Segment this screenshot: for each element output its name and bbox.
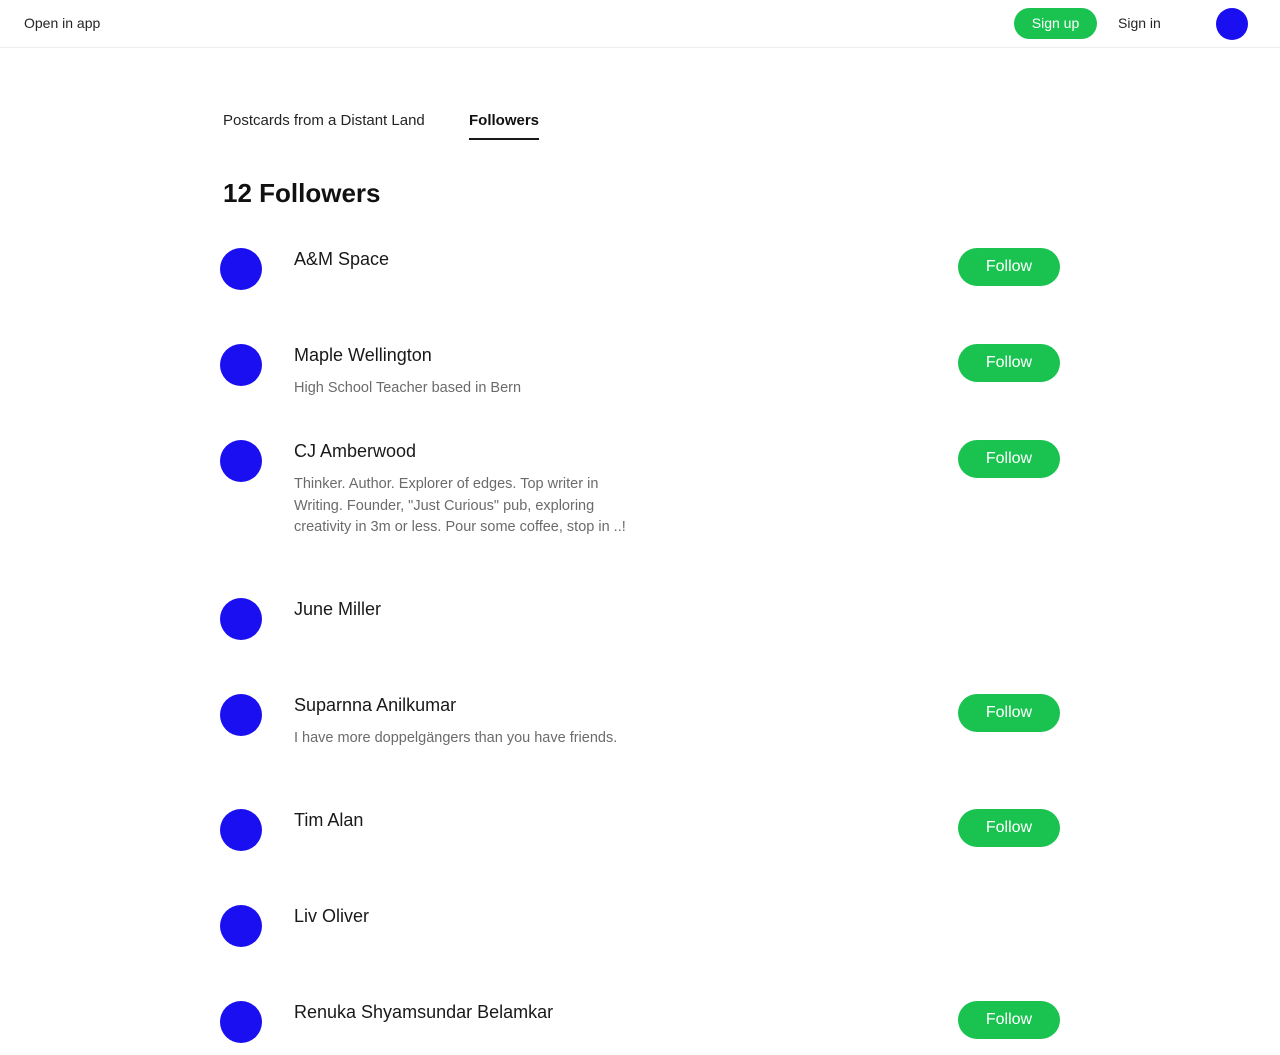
sign-in-link[interactable]: Sign in xyxy=(1118,15,1161,31)
tab-publication[interactable]: Postcards from a Distant Land xyxy=(223,112,425,129)
follow-button[interactable]: Follow xyxy=(958,809,1060,847)
follower-name[interactable]: Suparnna Anilkumar xyxy=(294,695,456,716)
follower-name[interactable]: June Miller xyxy=(294,599,381,620)
follow-button[interactable]: Follow xyxy=(958,344,1060,382)
follower-name[interactable]: Renuka Shyamsundar Belamkar xyxy=(294,1002,553,1023)
follower-avatar[interactable] xyxy=(220,905,262,947)
follow-button[interactable]: Follow xyxy=(958,694,1060,732)
sign-up-button[interactable]: Sign up xyxy=(1014,8,1097,39)
follower-bio: High School Teacher based in Bern xyxy=(294,380,522,396)
follower-avatar[interactable] xyxy=(220,440,262,482)
follower-avatar[interactable] xyxy=(220,1001,262,1043)
open-in-app-link[interactable]: Open in app xyxy=(24,15,100,31)
follower-name[interactable]: Tim Alan xyxy=(294,810,363,831)
follower-name[interactable]: A&M Space xyxy=(294,249,389,270)
follow-button[interactable]: Follow xyxy=(958,248,1060,286)
follow-button[interactable]: Follow xyxy=(958,440,1060,478)
active-tab-indicator xyxy=(469,138,539,140)
follower-avatar[interactable] xyxy=(220,248,262,290)
page-title: 12 Followers xyxy=(223,178,381,208)
follower-name[interactable]: Liv Oliver xyxy=(294,906,369,927)
follower-avatar[interactable] xyxy=(220,344,262,386)
follower-name[interactable]: Maple Wellington xyxy=(294,345,432,366)
top-bar: Open in app Sign up Sign in xyxy=(0,0,1280,48)
follower-bio: Thinker. Author. Explorer of edges. Top … xyxy=(294,476,626,535)
follower-bio: I have more doppelgängers than you have … xyxy=(294,730,618,746)
follower-avatar[interactable] xyxy=(220,694,262,736)
tab-followers[interactable]: Followers xyxy=(469,112,539,129)
follow-button[interactable]: Follow xyxy=(958,1001,1060,1039)
follower-avatar[interactable] xyxy=(220,809,262,851)
follower-name[interactable]: CJ Amberwood xyxy=(294,441,416,462)
follower-avatar[interactable] xyxy=(220,598,262,640)
avatar[interactable] xyxy=(1216,8,1248,40)
